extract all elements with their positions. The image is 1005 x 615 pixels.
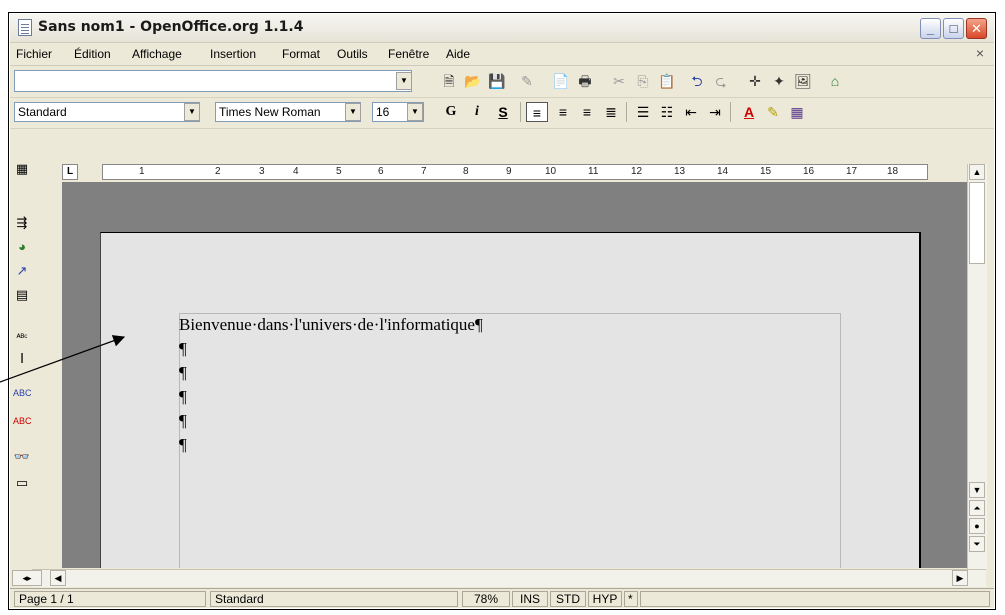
annotation-arrow <box>0 335 126 383</box>
